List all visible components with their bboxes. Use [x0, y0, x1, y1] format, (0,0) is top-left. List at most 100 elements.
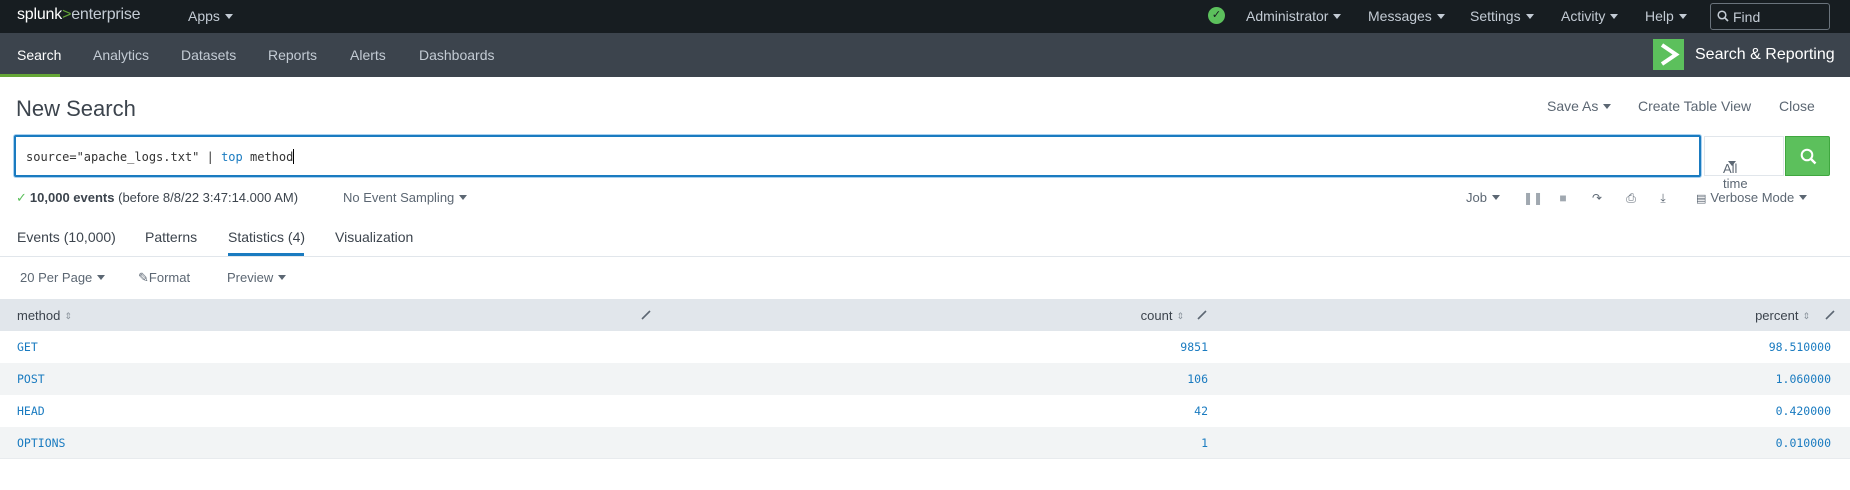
cell-count[interactable]: 1	[1201, 436, 1208, 450]
pause-icon[interactable]: ❚❚	[1523, 191, 1543, 205]
chevron-down-icon	[1610, 14, 1619, 19]
chevron-down-icon	[224, 14, 233, 19]
column-header-count[interactable]: count ⇕	[1141, 308, 1184, 323]
cell-percent[interactable]: 0.420000	[1776, 404, 1831, 418]
save-as-button[interactable]: Save As	[1547, 98, 1612, 114]
job-time-bound: (before 8/8/22 3:47:14.000 AM)	[118, 190, 299, 205]
divider	[0, 256, 1850, 257]
cell-method[interactable]: HEAD	[17, 404, 45, 418]
tab-analytics[interactable]: Analytics	[93, 47, 149, 63]
cell-percent[interactable]: 0.010000	[1776, 436, 1831, 450]
cell-percent[interactable]: 1.060000	[1776, 372, 1831, 386]
cell-method[interactable]: OPTIONS	[17, 436, 65, 450]
cell-percent[interactable]: 98.510000	[1769, 340, 1831, 354]
search-button[interactable]	[1785, 136, 1830, 176]
settings-menu[interactable]: Settings	[1470, 8, 1534, 24]
format-button[interactable]: ✎Format	[138, 270, 190, 286]
tab-events[interactable]: Events (10,000)	[17, 229, 116, 245]
tab-statistics[interactable]: Statistics (4)	[228, 229, 305, 245]
table-row: POST 106 1.060000	[0, 363, 1850, 395]
app-nav-bar: Search Analytics Datasets Reports Alerts…	[0, 33, 1850, 77]
edit-column-icon[interactable]	[1824, 309, 1836, 321]
event-count: 10,000 events	[29, 190, 115, 205]
time-range-picker[interactable]: All time	[1704, 136, 1784, 191]
cell-count[interactable]: 106	[1187, 372, 1208, 386]
per-page-menu[interactable]: 20 Per Page	[20, 270, 106, 285]
tab-visualization[interactable]: Visualization	[335, 229, 413, 245]
search-mode-menu[interactable]: ▤ Verbose Mode	[1696, 190, 1808, 205]
messages-label: Messages	[1368, 8, 1432, 24]
format-label: Format	[148, 270, 191, 285]
column-header-percent[interactable]: percent ⇕	[1755, 308, 1810, 323]
app-title[interactable]: Search & Reporting	[1695, 46, 1835, 64]
sampling-label: No Event Sampling	[343, 190, 455, 205]
stop-icon[interactable]: ■	[1556, 191, 1570, 205]
cell-method[interactable]: POST	[17, 372, 45, 386]
cell-method[interactable]: GET	[17, 340, 38, 354]
chevron-down-icon	[1678, 14, 1687, 19]
chevron-down-icon	[1333, 14, 1342, 19]
column-header-method[interactable]: method ⇕	[17, 308, 72, 323]
help-label: Help	[1645, 8, 1674, 24]
tab-alerts[interactable]: Alerts	[350, 47, 386, 63]
table-row: OPTIONS 1 0.010000	[0, 427, 1850, 459]
job-menu-label: Job	[1466, 190, 1487, 205]
sort-icon: ⇕	[64, 311, 72, 321]
edit-column-icon[interactable]	[1196, 309, 1208, 321]
find-box[interactable]	[1710, 3, 1830, 30]
search-icon	[1717, 10, 1729, 22]
job-status: ✓ 10,000 events (before 8/8/22 3:47:14.00…	[16, 190, 298, 206]
chevron-down-icon	[1799, 195, 1808, 200]
administrator-label: Administrator	[1246, 8, 1329, 24]
splunk-logo[interactable]: splunk>enterprise	[17, 6, 141, 24]
preview-menu[interactable]: Preview	[227, 270, 287, 285]
apps-label: Apps	[188, 8, 220, 24]
column-label: percent	[1755, 308, 1799, 323]
text-cursor	[293, 149, 295, 164]
share-icon[interactable]: ↷	[1590, 191, 1604, 205]
tab-datasets[interactable]: Datasets	[181, 47, 236, 63]
row-divider	[0, 458, 1850, 459]
search-query-text: source="apache_logs.txt" | top method	[26, 149, 295, 164]
chevron-down-icon	[1491, 195, 1500, 200]
save-as-label: Save As	[1547, 98, 1599, 114]
chevron-down-icon	[1436, 14, 1445, 19]
administrator-menu[interactable]: Administrator	[1246, 8, 1342, 24]
export-icon[interactable]: ⤓	[1656, 191, 1670, 205]
event-sampling-menu[interactable]: No Event Sampling	[343, 190, 468, 205]
per-page-label: 20 Per Page	[20, 270, 93, 285]
close-button[interactable]: Close	[1779, 98, 1815, 114]
table-header: method ⇕ count ⇕ percent ⇕	[0, 299, 1850, 331]
query-command: top	[221, 150, 243, 164]
cell-count[interactable]: 42	[1194, 404, 1208, 418]
active-tab-indicator	[0, 74, 60, 77]
column-label: method	[17, 308, 61, 323]
search-icon	[1800, 148, 1817, 165]
tab-dashboards[interactable]: Dashboards	[419, 47, 495, 63]
chevron-down-icon	[459, 195, 468, 200]
apps-menu[interactable]: Apps	[188, 8, 233, 24]
tab-patterns[interactable]: Patterns	[145, 229, 197, 245]
preview-label: Preview	[227, 270, 274, 285]
search-query-input[interactable]: source="apache_logs.txt" | top method	[14, 135, 1701, 177]
tab-search[interactable]: Search	[17, 47, 61, 63]
edit-column-icon[interactable]	[640, 309, 652, 321]
chevron-down-icon	[278, 275, 287, 280]
create-table-view-button[interactable]: Create Table View	[1638, 98, 1751, 114]
logo-product: enterprise	[71, 6, 141, 23]
cell-count[interactable]: 9851	[1180, 340, 1208, 354]
query-prefix: source="apache_logs.txt" |	[26, 150, 222, 164]
help-menu[interactable]: Help	[1645, 8, 1687, 24]
activity-menu[interactable]: Activity	[1561, 8, 1619, 24]
job-menu[interactable]: Job	[1466, 190, 1500, 205]
messages-menu[interactable]: Messages	[1368, 8, 1445, 24]
check-circle-icon[interactable]: ✓	[1208, 7, 1225, 24]
pencil-icon: ✎	[138, 270, 149, 285]
print-icon[interactable]: ⎙	[1624, 191, 1638, 205]
find-input[interactable]	[1733, 8, 1825, 26]
settings-label: Settings	[1470, 8, 1521, 24]
app-logo-icon	[1653, 39, 1684, 70]
table-row: HEAD 42 0.420000	[0, 395, 1850, 427]
tab-reports[interactable]: Reports	[268, 47, 317, 63]
global-header: splunk>enterprise Apps ✓ Administrator M…	[0, 0, 1850, 33]
